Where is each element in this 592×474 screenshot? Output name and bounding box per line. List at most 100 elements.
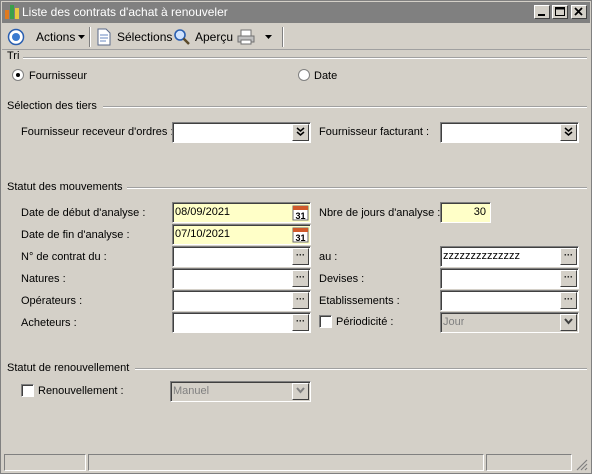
nbre-jours-field[interactable]: 30: [440, 202, 491, 223]
ellipsis-icon: ···: [296, 250, 305, 260]
calendar-day-text: 31: [295, 233, 305, 243]
date-debut-field[interactable]: 08/09/2021 31: [172, 202, 311, 223]
apercu-button[interactable]: Aperçu: [173, 27, 233, 47]
document-icon: [97, 28, 111, 46]
double-chevron-down-icon: [564, 127, 573, 136]
natures-field[interactable]: ···: [172, 268, 311, 289]
status-cell-2: [88, 454, 484, 471]
ellipsis-icon: ···: [564, 250, 573, 260]
renouvellement-mode-dropdown[interactable]: [292, 383, 309, 400]
navigate-button[interactable]: [7, 27, 25, 47]
radio-fournisseur-label[interactable]: Fournisseur: [29, 70, 87, 82]
periodicite-checkbox[interactable]: [319, 315, 332, 328]
ellipsis-icon: ···: [296, 294, 305, 304]
dropdown-arrow-icon: [78, 35, 86, 39]
toolbar-separator: [89, 27, 91, 47]
maximize-icon: [555, 7, 565, 16]
au-field[interactable]: zzzzzzzzzzzzzz ···: [440, 246, 579, 267]
date-fin-value: 07/10/2021: [175, 228, 231, 240]
radio-fournisseur[interactable]: [12, 69, 24, 81]
renouvellement-group-title: Statut de renouvellement: [7, 362, 130, 374]
apercu-label: Aperçu: [195, 30, 234, 44]
double-chevron-down-icon: [296, 127, 305, 136]
au-label: au :: [319, 251, 338, 263]
renouvellement-mode-value: Manuel: [173, 385, 210, 397]
nbre-jours-value: 30: [473, 206, 486, 218]
ellipsis-icon: ···: [296, 316, 305, 326]
renouvellement-label[interactable]: Renouvellement :: [38, 385, 124, 397]
operateurs-lookup-button[interactable]: ···: [292, 292, 309, 309]
date-fin-label: Date de fin d'analyse :: [21, 229, 130, 241]
chevron-down-icon: [296, 387, 305, 394]
fournisseur-facturant-field[interactable]: [440, 122, 579, 143]
etablissements-lookup-button[interactable]: ···: [560, 292, 577, 309]
toolbar-separator: [282, 27, 284, 47]
tri-group-title: Tri: [7, 50, 20, 62]
date-debut-label: Date de début d'analyse :: [21, 207, 146, 219]
minimize-button[interactable]: [534, 5, 550, 19]
fournisseur-facturant-label: Fournisseur facturant :: [319, 126, 430, 138]
devises-field[interactable]: ···: [440, 268, 579, 289]
periodicite-dropdown[interactable]: [560, 314, 577, 331]
renouvellement-mode-select[interactable]: Manuel: [170, 381, 311, 402]
app-window: Liste des contrats d'achat à renouveler …: [0, 0, 592, 474]
radio-selected-dot: [16, 73, 20, 77]
maximize-button[interactable]: [552, 5, 568, 19]
contrat-du-label: N° de contrat du :: [21, 251, 107, 263]
selections-label: Sélections: [117, 30, 173, 44]
contrat-du-lookup-button[interactable]: ···: [292, 248, 309, 265]
circle-target-icon: [7, 28, 25, 46]
selections-button[interactable]: Sélections: [96, 27, 172, 47]
radio-date-label[interactable]: Date: [314, 70, 337, 82]
close-icon: [574, 7, 583, 16]
acheteurs-lookup-button[interactable]: ···: [292, 314, 309, 331]
etablissements-field[interactable]: ···: [440, 290, 579, 311]
au-value: zzzzzzzzzzzzzz: [443, 250, 520, 262]
dropdown-arrow-icon: [265, 35, 272, 39]
periodicite-select[interactable]: Jour: [440, 312, 579, 333]
actions-label: Actions: [36, 30, 76, 44]
fournisseur-facturant-dropdown[interactable]: [560, 124, 577, 141]
tri-divider: [23, 57, 587, 59]
renouvellement-checkbox[interactable]: [21, 384, 34, 397]
status-cell-3: [486, 454, 572, 471]
radio-date[interactable]: [298, 69, 310, 81]
chevron-down-icon: [564, 318, 573, 325]
natures-label: Natures :: [21, 273, 66, 285]
printer-icon: [237, 29, 255, 45]
date-fin-field[interactable]: 07/10/2021 31: [172, 224, 311, 245]
natures-lookup-button[interactable]: ···: [292, 270, 309, 287]
status-cell-1: [4, 454, 86, 471]
tiers-divider: [103, 106, 587, 108]
app-icon: [5, 5, 19, 19]
mouvements-divider: [127, 187, 587, 189]
ellipsis-icon: ···: [564, 272, 573, 282]
operateurs-label: Opérateurs :: [21, 295, 83, 307]
operateurs-field[interactable]: ···: [172, 290, 311, 311]
calendar-icon[interactable]: 31: [292, 227, 309, 243]
renouvellement-divider: [135, 368, 587, 370]
status-bar: [2, 452, 590, 472]
etablissements-label: Etablissements :: [319, 295, 400, 307]
minimize-icon: [538, 14, 545, 16]
fournisseur-receveur-label: Fournisseur receveur d'ordres :: [21, 126, 174, 138]
acheteurs-field[interactable]: ···: [172, 312, 311, 333]
magnifier-icon: [174, 29, 190, 45]
fournisseur-receveur-field[interactable]: [172, 122, 311, 143]
calendar-icon[interactable]: 31: [292, 205, 309, 221]
resize-grip-icon[interactable]: [574, 457, 588, 471]
devises-label: Devises :: [319, 273, 365, 285]
ellipsis-icon: ···: [564, 294, 573, 304]
nbre-jours-label: Nbre de jours d'analyse :: [319, 207, 441, 219]
calendar-day-text: 31: [295, 211, 305, 221]
au-lookup-button[interactable]: ···: [560, 248, 577, 265]
print-menu-button[interactable]: [236, 27, 274, 47]
actions-menu-button[interactable]: Actions: [36, 27, 87, 47]
close-button[interactable]: [571, 5, 587, 19]
title-bar[interactable]: Liste des contrats d'achat à renouveler: [2, 2, 590, 23]
periodicite-label[interactable]: Périodicité :: [336, 316, 393, 328]
devises-lookup-button[interactable]: ···: [560, 270, 577, 287]
contrat-du-field[interactable]: ···: [172, 246, 311, 267]
toolbar: Actions Sélections Aperçu: [2, 24, 590, 50]
fournisseur-receveur-dropdown[interactable]: [292, 124, 309, 141]
